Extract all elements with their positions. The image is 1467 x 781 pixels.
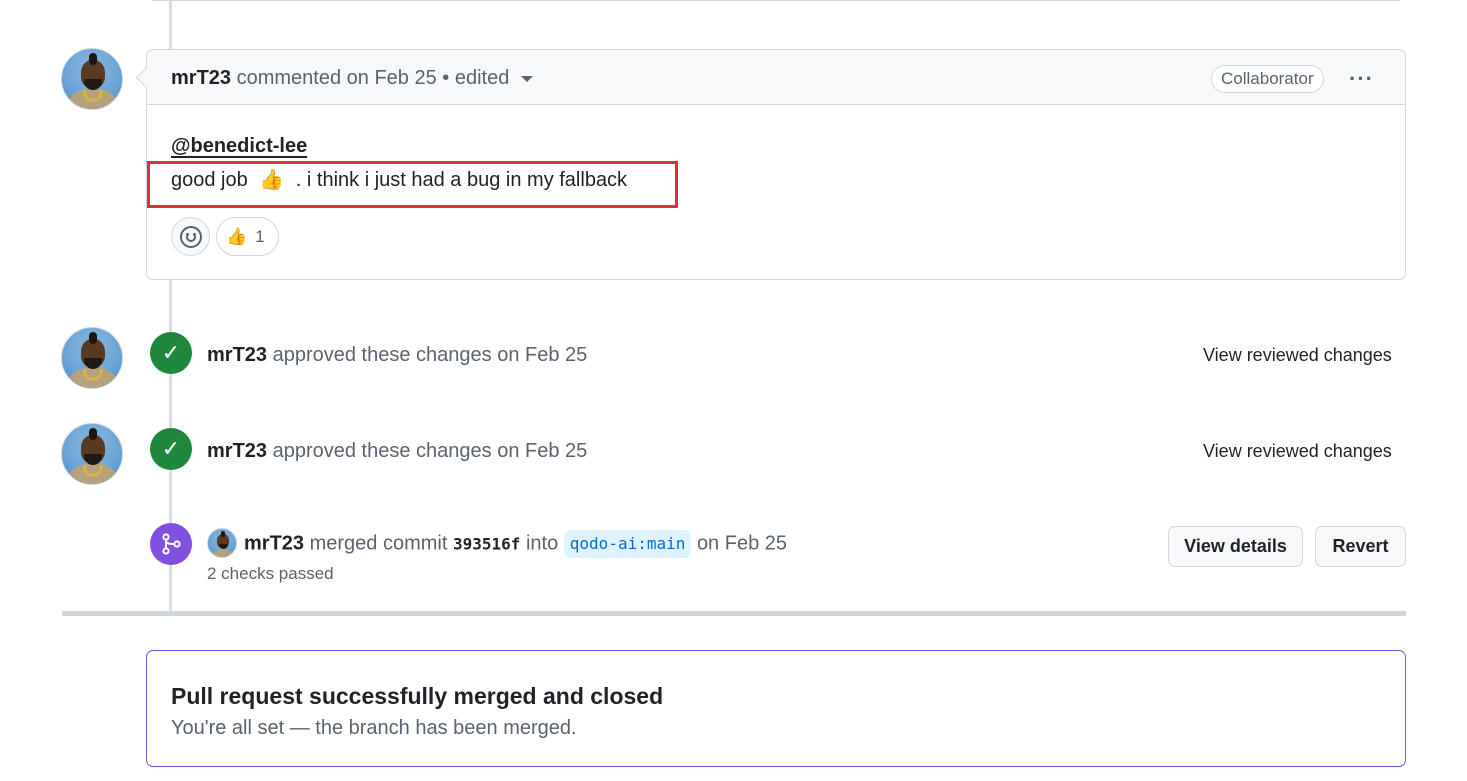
add-reaction-button[interactable] xyxy=(171,217,210,256)
comment-author-link[interactable]: mrT23 xyxy=(171,67,231,89)
approval-text: approved these changes on Feb 25 xyxy=(272,440,588,462)
top-divider xyxy=(152,0,1400,1)
collaborator-badge: Collaborator xyxy=(1211,65,1324,93)
reaction-emoji: 👍 xyxy=(226,227,248,246)
annotation-highlight-box xyxy=(147,161,678,208)
merger-link[interactable]: mrT23 xyxy=(244,532,304,554)
thumbs-up-reaction-button[interactable]: 👍 1 xyxy=(216,217,279,256)
approval-event: mrT23 approved these changes on Feb 25 xyxy=(207,343,587,367)
avatar[interactable] xyxy=(61,48,123,110)
pull-request-timeline: mrT23 commented on Feb 25 • edited Colla… xyxy=(0,0,1467,781)
view-details-button[interactable]: View details xyxy=(1168,526,1303,567)
approver-link[interactable]: mrT23 xyxy=(207,440,267,462)
timeline-end-divider xyxy=(62,611,1406,616)
smiley-icon xyxy=(180,226,202,248)
comment-meta-text[interactable]: commented on Feb 25 • edited xyxy=(237,67,510,89)
checks-status[interactable]: 2 checks passed xyxy=(207,564,334,584)
comment-card: mrT23 commented on Feb 25 • edited Colla… xyxy=(146,49,1406,280)
check-icon: ✓ xyxy=(150,428,192,470)
kebab-horizontal-icon[interactable]: ··· xyxy=(1349,66,1374,92)
merge-date: on Feb 25 xyxy=(696,532,788,555)
avatar[interactable] xyxy=(61,423,123,485)
git-merge-icon xyxy=(150,523,192,565)
approver-link[interactable]: mrT23 xyxy=(207,344,267,366)
commit-sha-link[interactable]: 393516f xyxy=(453,534,520,553)
merge-event: mrT23 merged commit 393516f into qodo-ai… xyxy=(244,530,787,558)
check-icon: ✓ xyxy=(150,332,192,374)
approval-event: mrT23 approved these changes on Feb 25 xyxy=(207,439,587,463)
edit-history-caret-icon[interactable] xyxy=(521,75,534,82)
reaction-count: 1 xyxy=(255,227,265,246)
view-reviewed-changes-link[interactable]: View reviewed changes xyxy=(1203,441,1392,462)
avatar[interactable] xyxy=(61,327,123,389)
merge-verb: merged commit xyxy=(309,532,448,555)
branch-label[interactable]: qodo-ai:main xyxy=(563,530,692,558)
merged-status-box: Pull request successfully merged and clo… xyxy=(146,650,1406,767)
merge-into: into xyxy=(525,532,559,555)
approval-text: approved these changes on Feb 25 xyxy=(272,344,588,366)
comment-header: mrT23 commented on Feb 25 • edited Colla… xyxy=(147,50,1405,105)
avatar[interactable] xyxy=(207,528,237,558)
merged-title: Pull request successfully merged and clo… xyxy=(171,683,664,709)
merged-subtitle: You're all set — the branch has been mer… xyxy=(171,717,577,739)
view-reviewed-changes-link[interactable]: View reviewed changes xyxy=(1203,345,1392,366)
user-mention-link[interactable]: @benedict-lee xyxy=(171,135,307,158)
comment-meta: mrT23 commented on Feb 25 • edited xyxy=(171,67,534,89)
revert-button[interactable]: Revert xyxy=(1315,526,1406,567)
